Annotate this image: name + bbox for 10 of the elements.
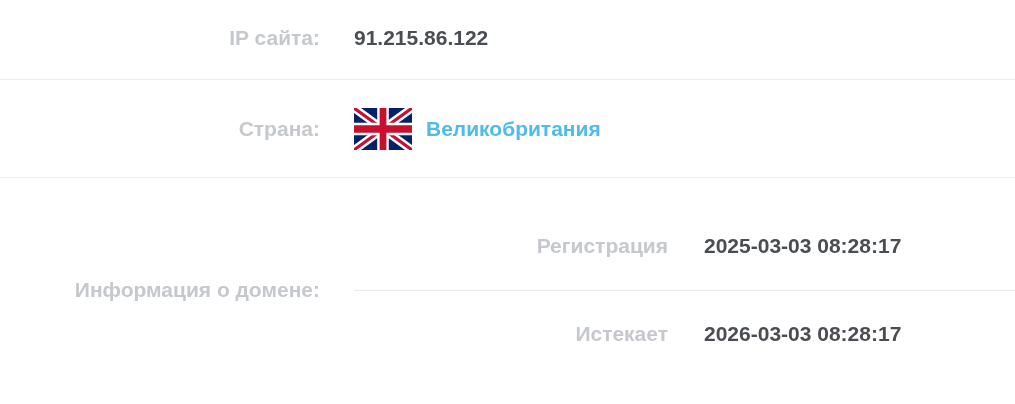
row-label: Страна:: [237, 115, 320, 142]
row-label: IP сайта:: [228, 24, 320, 51]
ip-address: 91.215.86.122: [354, 25, 489, 49]
row-label: Регистрация: [535, 233, 668, 260]
row-label: Истекает: [574, 321, 668, 348]
date-value: 2026-03-03 08:28:17: [704, 321, 902, 348]
row-label: Информация о домене:: [73, 276, 320, 303]
date-value: 2025-03-03 08:28:17: [704, 233, 902, 260]
flag-icon: [354, 107, 412, 150]
country-link[interactable]: Великобритания: [426, 112, 601, 145]
